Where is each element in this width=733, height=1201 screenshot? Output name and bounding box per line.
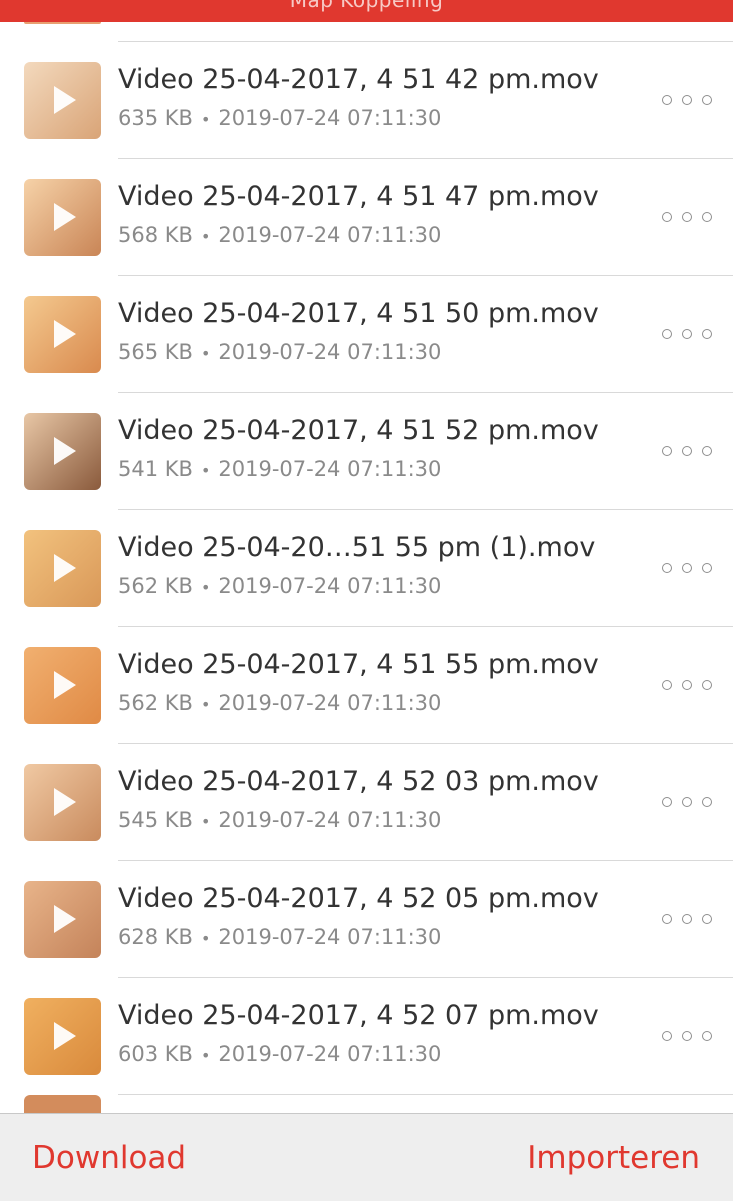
file-date: 2019-07-24 07:11:30 <box>218 691 442 715</box>
video-thumbnail <box>24 1095 101 1115</box>
video-thumbnail[interactable] <box>24 179 101 256</box>
file-meta: 568 KB • 2019-07-24 07:11:30 <box>118 223 441 247</box>
file-meta: 603 KB • 2019-07-24 07:11:30 <box>118 1042 441 1066</box>
meta-separator: • <box>200 227 211 246</box>
file-size: 628 KB <box>118 925 193 949</box>
video-thumbnail[interactable] <box>24 647 101 724</box>
meta-separator: • <box>200 110 211 129</box>
list-item[interactable]: Video 25-04-2017, 4 51 50 pm.mov 565 KB • 2… <box>0 276 733 393</box>
navigation-bar: Map Koppeling <box>0 0 733 22</box>
list-item[interactable]: Video 25-04-2017, 4 52 05 pm.mov 628 KB • 2… <box>0 861 733 978</box>
file-meta: 545 KB • 2019-07-24 07:11:30 <box>118 808 441 832</box>
play-icon <box>54 554 76 582</box>
file-meta: 562 KB • 2019-07-24 07:11:30 <box>118 574 441 598</box>
file-date: 2019-07-24 07:11:30 <box>218 808 442 832</box>
list-item[interactable]: Video 25-04-2017, 4 52 03 pm.mov 545 KB • 2… <box>0 744 733 861</box>
more-icon[interactable] <box>661 679 715 693</box>
list-item[interactable]: Video 25-04-2017, 4 51 55 pm.mov 562 KB • 2… <box>0 627 733 744</box>
video-thumbnail[interactable] <box>24 881 101 958</box>
meta-separator: • <box>200 929 211 948</box>
meta-separator: • <box>200 344 211 363</box>
file-name: Video 25-04-2017, 4 51 42 pm.mov <box>118 64 599 95</box>
file-date: 2019-07-24 07:11:30 <box>218 223 442 247</box>
file-meta: 628 KB • 2019-07-24 07:11:30 <box>118 925 441 949</box>
more-icon[interactable] <box>661 445 715 459</box>
bottom-toolbar: Download Importeren <box>0 1113 733 1201</box>
navigation-title: Map Koppeling <box>289 0 444 12</box>
video-thumbnail[interactable] <box>24 62 101 139</box>
meta-separator: • <box>200 812 211 831</box>
file-meta: 541 KB • 2019-07-24 07:11:30 <box>118 457 441 481</box>
more-icon[interactable] <box>661 94 715 108</box>
file-size: 565 KB <box>118 340 193 364</box>
play-icon <box>54 788 76 816</box>
file-size: 635 KB <box>118 106 193 130</box>
file-date: 2019-07-24 07:11:30 <box>218 457 442 481</box>
list-item[interactable]: Video 25-04-2017, 4 52 07 pm.mov 603 KB • 2… <box>0 978 733 1095</box>
file-size: 562 KB <box>118 574 193 598</box>
play-icon <box>54 1022 76 1050</box>
more-icon[interactable] <box>661 211 715 225</box>
list-item-partial[interactable] <box>0 1095 733 1115</box>
more-icon[interactable] <box>661 796 715 810</box>
list-item-partial[interactable] <box>0 22 733 42</box>
file-name: Video 25-04-2017, 4 51 47 pm.mov <box>118 181 599 212</box>
meta-separator: • <box>200 695 211 714</box>
more-icon[interactable] <box>661 328 715 342</box>
video-thumbnail[interactable] <box>24 764 101 841</box>
meta-separator: • <box>200 461 211 480</box>
video-thumbnail[interactable] <box>24 530 101 607</box>
file-name: Video 25-04-2017, 4 52 05 pm.mov <box>118 883 599 914</box>
more-icon[interactable] <box>661 562 715 576</box>
more-icon[interactable] <box>661 1030 715 1044</box>
play-icon <box>54 437 76 465</box>
video-thumbnail[interactable] <box>24 998 101 1075</box>
file-size: 568 KB <box>118 223 193 247</box>
more-icon[interactable] <box>661 913 715 927</box>
file-size: 545 KB <box>118 808 193 832</box>
play-icon <box>54 671 76 699</box>
play-icon <box>54 905 76 933</box>
play-icon <box>54 320 76 348</box>
file-name: Video 25-04-2017, 4 52 03 pm.mov <box>118 766 599 797</box>
file-name: Video 25-04-2017, 4 51 52 pm.mov <box>118 415 599 446</box>
list-item[interactable]: Video 25-04-2017, 4 51 52 pm.mov 541 KB • 2… <box>0 393 733 510</box>
file-date: 2019-07-24 07:11:30 <box>218 925 442 949</box>
video-thumbnail[interactable] <box>24 296 101 373</box>
file-meta: 635 KB • 2019-07-24 07:11:30 <box>118 106 441 130</box>
file-list: Video 25-04-2017, 4 51 42 pm.mov 635 KB • 2… <box>0 42 733 1095</box>
play-icon <box>54 86 76 114</box>
file-meta: 565 KB • 2019-07-24 07:11:30 <box>118 340 441 364</box>
meta-separator: • <box>200 1046 211 1065</box>
file-date: 2019-07-24 07:11:30 <box>218 1042 442 1066</box>
list-item[interactable]: Video 25-04-20…51 55 pm (1).mov 562 KB • 20… <box>0 510 733 627</box>
file-size: 562 KB <box>118 691 193 715</box>
file-date: 2019-07-24 07:11:30 <box>218 574 442 598</box>
file-date: 2019-07-24 07:11:30 <box>218 340 442 364</box>
file-size: 541 KB <box>118 457 193 481</box>
file-name: Video 25-04-2017, 4 51 55 pm.mov <box>118 649 599 680</box>
list-item[interactable]: Video 25-04-2017, 4 51 47 pm.mov 568 KB • 2… <box>0 159 733 276</box>
play-icon <box>54 203 76 231</box>
video-thumbnail[interactable] <box>24 413 101 490</box>
file-date: 2019-07-24 07:11:30 <box>218 106 442 130</box>
list-item[interactable]: Video 25-04-2017, 4 51 42 pm.mov 635 KB • 2… <box>0 42 733 159</box>
meta-separator: • <box>200 578 211 597</box>
file-name: Video 25-04-20…51 55 pm (1).mov <box>118 532 596 563</box>
video-thumbnail <box>24 22 101 24</box>
file-name: Video 25-04-2017, 4 52 07 pm.mov <box>118 1000 599 1031</box>
import-button[interactable]: Importeren <box>527 1140 700 1176</box>
download-button[interactable]: Download <box>32 1140 186 1176</box>
file-size: 603 KB <box>118 1042 193 1066</box>
file-name: Video 25-04-2017, 4 51 50 pm.mov <box>118 298 599 329</box>
file-meta: 562 KB • 2019-07-24 07:11:30 <box>118 691 441 715</box>
